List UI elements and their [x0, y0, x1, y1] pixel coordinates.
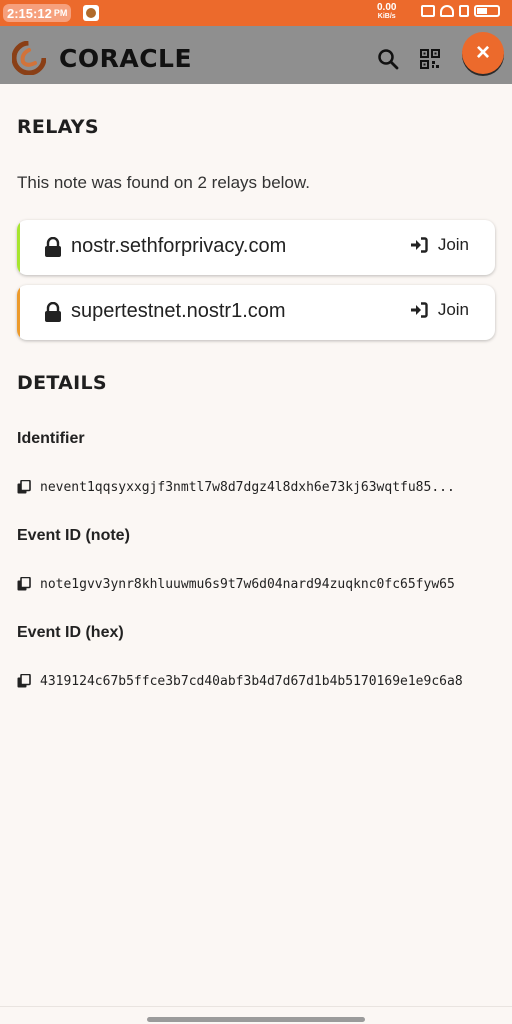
notification-app-icon [83, 5, 99, 21]
sign-in-icon [410, 237, 428, 253]
relay-card[interactable]: nostr.sethforprivacy.com Join [17, 220, 495, 275]
app-title: CORACLE [59, 44, 193, 73]
detail-value-identifier[interactable]: nevent1qqsyxxgjf3nmtl7w8d7dgz4l8dxh6e73k… [17, 477, 512, 497]
status-time-text: 2:15:12 [7, 5, 52, 21]
detail-label-identifier: Identifier [17, 430, 85, 447]
relays-heading: RELAYS [17, 116, 99, 138]
relays-description: This note was found on 2 relays below. [17, 173, 310, 192]
relay-accent-bar [17, 285, 20, 340]
details-heading: DETAILS [17, 372, 107, 394]
relay-url: nostr.sethforprivacy.com [71, 235, 287, 257]
qr-code-button[interactable] [419, 48, 441, 70]
lock-icon [45, 302, 61, 322]
detail-value-event-id-note[interactable]: note1gvv3ynr8khluuwmu6s9t7w6d04nard94zuq… [17, 574, 512, 594]
close-button[interactable]: × [462, 32, 504, 74]
join-relay-button[interactable]: Join [410, 235, 469, 255]
relay-accent-bar [17, 220, 20, 275]
app-bar: CORACLE × [0, 26, 512, 84]
copy-icon[interactable] [17, 480, 31, 494]
home-indicator[interactable] [147, 1017, 365, 1022]
search-button[interactable] [377, 48, 399, 70]
relay-card[interactable]: supertestnet.nostr1.com Join [17, 285, 495, 340]
network-speed-value: 0.00 [377, 2, 397, 13]
bottom-divider [0, 1006, 512, 1007]
wifi-icon [440, 5, 454, 17]
battery-icon [474, 5, 500, 17]
signal-icon [459, 5, 469, 17]
copy-icon[interactable] [17, 674, 31, 688]
identifier-value: nevent1qqsyxxgjf3nmtl7w8d7dgz4l8dxh6e73k… [40, 479, 455, 495]
copy-icon[interactable] [17, 577, 31, 591]
join-label: Join [437, 300, 469, 319]
join-relay-button[interactable]: Join [410, 300, 469, 320]
coracle-logo-icon [12, 41, 46, 75]
detail-label-event-id-hex: Event ID (hex) [17, 624, 124, 641]
event-id-hex-value: 4319124c67b5ffce3b7cd40abf3b4d7d67d1b4b5… [40, 673, 463, 689]
status-time-ampm: PM [53, 8, 68, 18]
qr-code-icon [420, 49, 440, 69]
search-icon [378, 49, 399, 70]
event-id-note-value: note1gvv3ynr8khluuwmu6s9t7w6d04nard94zuq… [40, 576, 455, 592]
status-bar: 2:15:12 PM 0.00 KiB/s [0, 0, 512, 26]
status-icons [421, 5, 500, 17]
relay-url: supertestnet.nostr1.com [71, 300, 286, 322]
network-speed-unit: KiB/s [377, 13, 396, 20]
detail-value-event-id-hex[interactable]: 4319124c67b5ffce3b7cd40abf3b4d7d67d1b4b5… [17, 671, 512, 691]
vibrate-icon [421, 5, 435, 17]
lock-icon [45, 237, 61, 257]
join-label: Join [437, 235, 469, 254]
detail-label-event-id-note: Event ID (note) [17, 527, 130, 544]
network-speed: 0.00 KiB/s [377, 3, 396, 21]
status-time: 2:15:12 PM [3, 4, 72, 22]
sign-in-icon [410, 302, 428, 318]
